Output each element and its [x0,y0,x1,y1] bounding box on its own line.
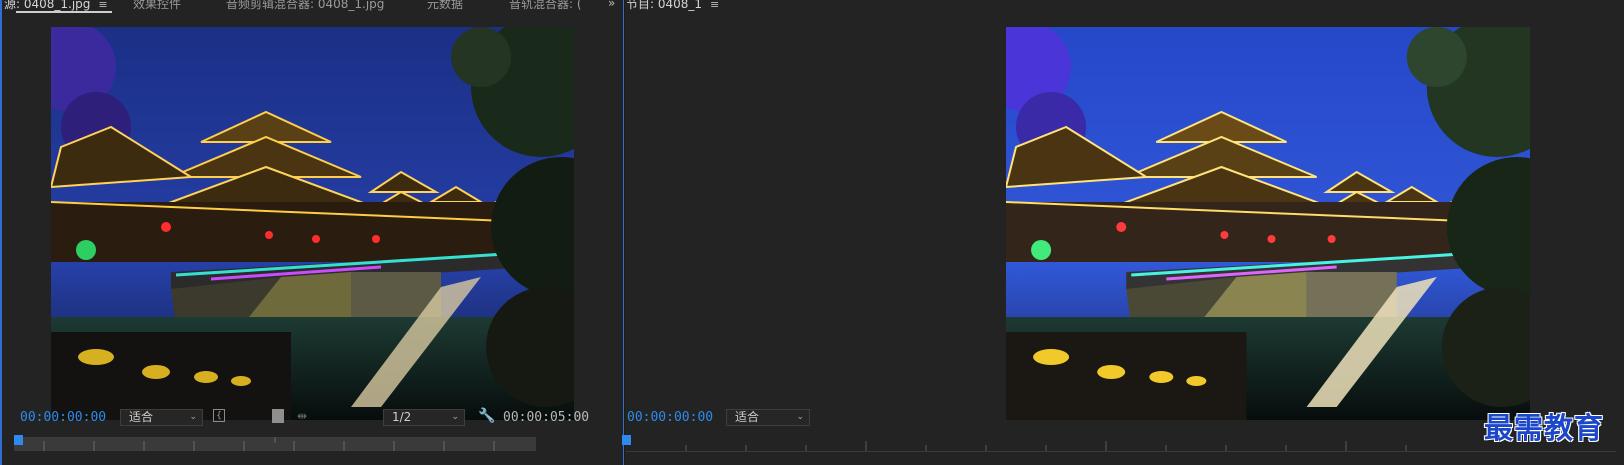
active-tab-underline [16,11,112,13]
focus-border [623,0,624,465]
tab-source-label: 源: 0408_1.jpg [4,0,91,11]
chevron-down-icon: ⌄ [451,412,459,422]
tab-program-label: 节目: 0408_1 [626,0,703,11]
ruler-ticks [43,437,495,451]
night-bridge-image [51,27,574,420]
ruler-ticks [685,441,1407,451]
source-playhead-timecode[interactable]: 00:00:00:00 [20,410,106,425]
program-zoom-select[interactable]: 适合 ⌄ [726,409,810,426]
source-video-frame[interactable] [51,27,574,420]
source-playhead[interactable] [14,435,23,445]
tab-audio-clip-mixer[interactable]: 音频剪辑混合器: 0408_1.jpg [226,0,384,12]
chevron-down-icon: ⌄ [796,412,804,422]
tab-metadata[interactable]: 元数据 [427,0,463,12]
tab-overflow-icon[interactable]: » [608,0,615,10]
program-tab-bar: 节目: 0408_1 ≡ [626,0,1624,14]
program-playhead[interactable] [622,435,631,445]
wrench-icon[interactable]: 🔧 [478,408,495,424]
panel-menu-icon[interactable]: ≡ [710,0,719,11]
program-playhead-timecode[interactable]: 00:00:00:00 [627,410,713,425]
source-zoom-value: 适合 [129,410,154,424]
program-time-ruler[interactable] [626,437,1616,452]
playback-resolution-select[interactable]: 1/2 ⌄ [383,409,465,426]
tab-audio-clip-mixer-label: 音频剪辑混合器: 0408_1.jpg [226,0,385,11]
program-monitor-panel: 节目: 0408_1 ≡ 00:00:00:00 适合 ⌄ 最需教育 [622,0,1624,465]
tab-metadata-label: 元数据 [427,0,464,11]
chevron-down-icon: ⌄ [189,412,197,422]
video-drag-icon[interactable] [272,409,284,423]
tab-program[interactable]: 节目: 0408_1 ≡ [626,0,719,12]
source-duration-timecode: 00:00:05:00 [503,410,590,425]
program-controls-bar: 00:00:00:00 适合 ⌄ [626,409,1624,431]
source-time-ruler[interactable] [14,437,536,451]
audio-drag-icon[interactable]: ⇹ [297,409,307,423]
playback-resolution-value: 1/2 [392,410,412,424]
night-bridge-image [1006,27,1530,420]
watermark-text: 最需教育 [1483,411,1604,445]
source-controls-bar: 00:00:00:00 适合 ⌄ { ⇹ 1/2 ⌄ 🔧 00:00:05:00 [0,408,624,431]
tab-audio-track-mixer-label: 音轨混合器: ( [509,0,582,11]
source-zoom-select[interactable]: 适合 ⌄ [120,409,203,426]
tab-effect-controls[interactable]: 效果控件 [133,0,181,12]
tab-effect-controls-label: 效果控件 [133,0,182,11]
program-zoom-value: 适合 [735,410,760,424]
source-tab-bar: 源: 0408_1.jpg ≡ 效果控件 音频剪辑混合器: 0408_1.jpg … [0,0,624,14]
tab-audio-track-mixer[interactable]: 音轨混合器: ( [509,0,582,12]
panel-menu-icon[interactable]: ≡ [98,0,107,11]
program-video-frame[interactable] [1006,27,1530,420]
source-monitor-panel: 源: 0408_1.jpg ≡ 效果控件 音频剪辑混合器: 0408_1.jpg … [0,0,625,465]
insert-marker-icon[interactable]: { [213,409,225,422]
